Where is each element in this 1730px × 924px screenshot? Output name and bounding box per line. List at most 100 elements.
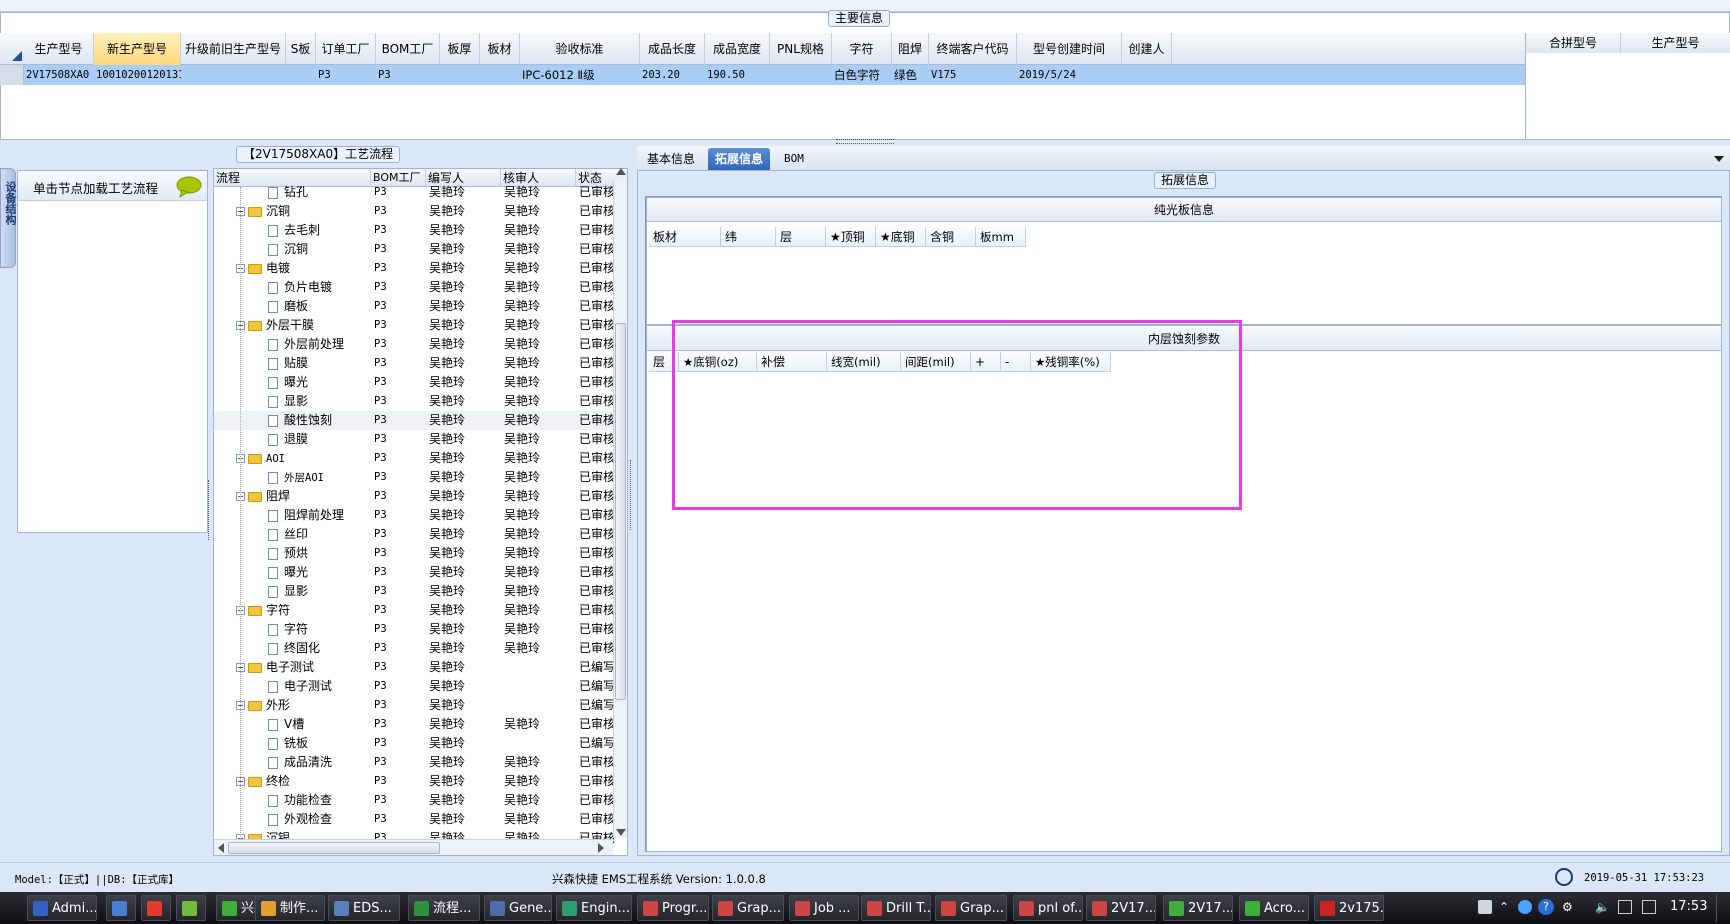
tree-row[interactable]: − 外形 P3 吴艳玲 已编写	[214, 696, 627, 715]
tree-row[interactable]: − 阻焊 P3 吴艳玲 吴艳玲 已审核	[214, 487, 627, 506]
tree-hscroll[interactable]	[214, 839, 613, 855]
taskbar-button[interactable]: Grap...	[712, 895, 784, 921]
main-cell[interactable]: 白色字符	[832, 65, 892, 85]
main-col-header[interactable]: 型号创建时间	[1017, 33, 1122, 65]
main-cell[interactable]: 203.20	[640, 65, 705, 85]
tree-row[interactable]: 显影 P3 吴艳玲 吴艳玲 已审核	[214, 582, 627, 601]
tree-vscroll-thumb[interactable]	[615, 323, 626, 700]
main-col-header[interactable]: BOM工厂	[376, 33, 440, 65]
main-col-header[interactable]: S板	[286, 33, 316, 65]
scroll-up-icon[interactable]	[616, 168, 626, 175]
main-col-header[interactable]: 订单工厂	[316, 33, 376, 65]
tree-row[interactable]: 曝光 P3 吴艳玲 吴艳玲 已审核	[214, 563, 627, 582]
bare-board-col-header[interactable]: ★顶铜	[826, 227, 876, 247]
main-cell[interactable]: V175	[929, 65, 1017, 85]
left-splitter[interactable]	[208, 480, 212, 540]
main-col-header[interactable]: 升级前旧生产型号	[181, 33, 286, 65]
bare-board-col-header[interactable]: 板mm	[976, 227, 1026, 247]
taskbar-button[interactable]: EDS...	[328, 895, 400, 921]
tree-row[interactable]: 预烘 P3 吴艳玲 吴艳玲 已审核	[214, 544, 627, 563]
taskbar-button[interactable]: Job ...	[789, 895, 859, 921]
main-col-header[interactable]: 新生产型号	[94, 33, 181, 65]
taskbar-button[interactable]: Acro...	[1239, 895, 1309, 921]
main-cell[interactable]: 绿色	[892, 65, 929, 85]
tray-speaker-icon[interactable]: 🔈	[1595, 900, 1610, 914]
main-cell[interactable]: 10010200120131	[94, 65, 181, 85]
taskbar-button[interactable]: Engin...	[556, 895, 632, 921]
main-cell[interactable]	[181, 65, 286, 85]
main-col-header[interactable]: 板厚	[440, 33, 480, 65]
tree-row[interactable]: 铣板 P3 吴艳玲 已编写	[214, 734, 627, 753]
side-model-header[interactable]: 生产型号	[1621, 33, 1730, 53]
tree-row[interactable]: − AOI P3 吴艳玲 吴艳玲 已审核	[214, 449, 627, 468]
taskbar-button[interactable]: Progr...	[637, 895, 709, 921]
main-col-header[interactable]: 成品宽度	[705, 33, 770, 65]
main-cell[interactable]	[770, 65, 832, 85]
bare-board-col-header[interactable]: 板材	[649, 227, 721, 247]
scroll-left-icon[interactable]	[218, 843, 224, 853]
tab-basic-info[interactable]: 基本信息	[640, 148, 702, 170]
taskbar-button[interactable]: 制作...	[255, 895, 325, 921]
tray-window-icon[interactable]	[1478, 900, 1492, 914]
main-cell[interactable]: IPC-6012 Ⅱ级	[520, 65, 640, 85]
main-col-header[interactable]: 创建人	[1122, 33, 1172, 65]
scroll-right-icon[interactable]	[598, 843, 604, 853]
taskbar-button[interactable]	[141, 895, 171, 921]
tree-row[interactable]: − 沉铜 P3 吴艳玲 吴艳玲 已审核	[214, 202, 627, 221]
side-collapse-tab[interactable]: 设备结构	[0, 168, 17, 268]
tree-row[interactable]: − 字符 P3 吴艳玲 吴艳玲 已审核	[214, 601, 627, 620]
taskbar-clock[interactable]: 17:53	[1670, 899, 1707, 914]
taskbar-button[interactable]	[106, 895, 136, 921]
tab-dropdown-icon[interactable]	[1714, 156, 1724, 162]
tree-row[interactable]: V槽 P3 吴艳玲 吴艳玲 已审核	[214, 715, 627, 734]
tree-row[interactable]: 丝印 P3 吴艳玲 吴艳玲 已审核	[214, 525, 627, 544]
main-cell[interactable]: 2019/5/24	[1017, 65, 1122, 85]
main-cell[interactable]	[286, 65, 316, 85]
taskbar-button[interactable]	[176, 895, 206, 921]
bare-board-col-header[interactable]: 含铜	[926, 227, 976, 247]
tree-vscroll[interactable]	[613, 168, 627, 838]
bare-board-col-header[interactable]: 层	[776, 227, 826, 247]
tree-row[interactable]: 负片电镀 P3 吴艳玲 吴艳玲 已审核	[214, 278, 627, 297]
tree-row[interactable]: 外层AOI P3 吴艳玲 吴艳玲 已审核	[214, 468, 627, 487]
taskbar-button[interactable]: 流程...	[408, 895, 480, 921]
main-cell[interactable]	[480, 65, 520, 85]
tab-bom[interactable]: BOM	[777, 148, 811, 170]
tree-row[interactable]: 钻孔 P3 吴艳玲 吴艳玲 已审核	[214, 183, 627, 202]
tree-row[interactable]: 功能检查 P3 吴艳玲 吴艳玲 已审核	[214, 791, 627, 810]
show-desktop-button[interactable]	[1716, 894, 1728, 922]
taskbar-button[interactable]: 2v175...	[1314, 895, 1384, 921]
tree-row[interactable]: 去毛刺 P3 吴艳玲 吴艳玲 已审核	[214, 221, 627, 240]
tray-help-icon[interactable]: ?	[1538, 899, 1554, 915]
main-cell[interactable]: 190.50	[705, 65, 770, 85]
main-col-header[interactable]: 板材	[480, 33, 520, 65]
main-col-header[interactable]: 阻焊	[892, 33, 929, 65]
tray-usb-icon[interactable]	[1642, 900, 1656, 914]
tree-row[interactable]: 外层前处理 P3 吴艳玲 吴艳玲 已审核	[214, 335, 627, 354]
taskbar-button[interactable]: 2V17...	[1163, 895, 1233, 921]
tray-chevron-icon[interactable]: ⌃	[1499, 900, 1509, 914]
main-col-header[interactable]: 终端客户代码	[929, 33, 1017, 65]
tree-row[interactable]: 酸性蚀刻 P3 吴艳玲 吴艳玲 已审核	[214, 411, 627, 430]
tray-monitor-icon[interactable]	[1618, 900, 1632, 914]
taskbar-button[interactable]: Grap...	[935, 895, 1007, 921]
main-col-header[interactable]: 成品长度	[640, 33, 705, 65]
taskbar-button[interactable]: 2V17...	[1086, 895, 1156, 921]
taskbar-button[interactable]: pnl of...	[1013, 895, 1083, 921]
tree-row[interactable]: − 终检 P3 吴艳玲 吴艳玲 已审核	[214, 772, 627, 791]
tree-row[interactable]: 沉铜 P3 吴艳玲 吴艳玲 已审核	[214, 240, 627, 259]
tree-row[interactable]: 磨板 P3 吴艳玲 吴艳玲 已审核	[214, 297, 627, 316]
scroll-down-icon[interactable]	[616, 829, 626, 836]
main-cell[interactable]: 2V17508XA0	[24, 65, 94, 85]
main-col-header[interactable]: 验收标准	[520, 33, 640, 65]
tree-row[interactable]: − 外层干膜 P3 吴艳玲 吴艳玲 已审核	[214, 316, 627, 335]
main-col-header[interactable]: PNL规格	[770, 33, 832, 65]
taskbar-button[interactable]: Drill T...	[861, 895, 931, 921]
tree-row[interactable]: 电子测试 P3 吴艳玲 已编写	[214, 677, 627, 696]
tray-settings-icon[interactable]: ⚙	[1562, 900, 1573, 914]
main-cell[interactable]: P3	[316, 65, 376, 85]
main-cell[interactable]	[1122, 65, 1172, 85]
bare-board-col-header[interactable]: ★底铜	[876, 227, 926, 247]
main-col-header[interactable]: 生产型号	[24, 33, 94, 65]
tree-row[interactable]: 阻焊前处理 P3 吴艳玲 吴艳玲 已审核	[214, 506, 627, 525]
